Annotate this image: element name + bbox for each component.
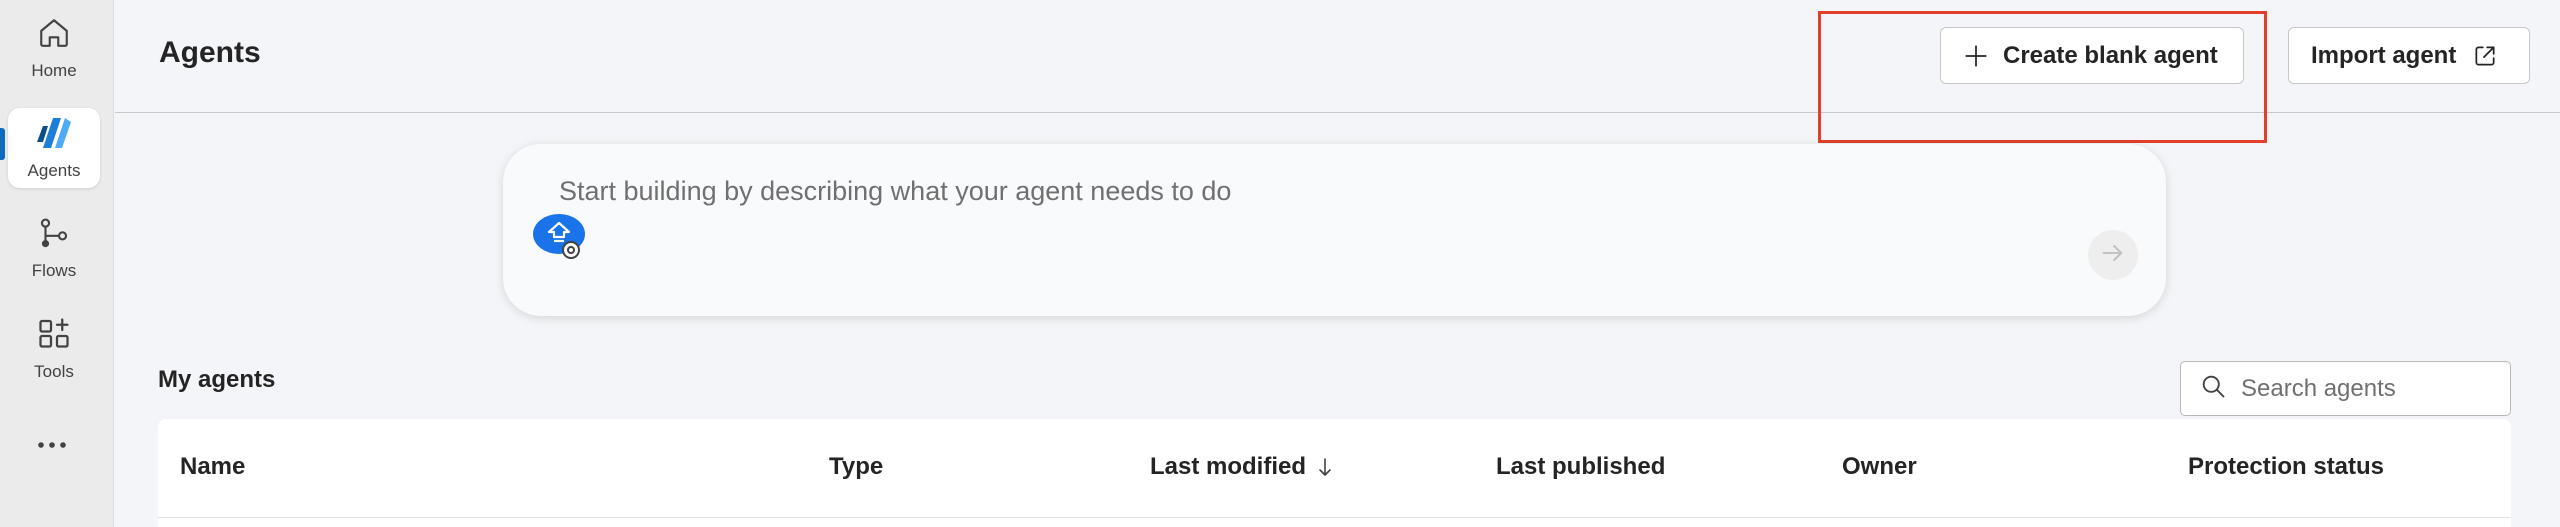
column-header-last-modified[interactable]: Last modified — [1150, 453, 1334, 481]
more-button[interactable] — [30, 430, 74, 460]
agents-icon — [35, 116, 73, 155]
tools-icon — [36, 315, 72, 356]
import-agent-label: Import agent — [2311, 41, 2457, 69]
page-title: Agents — [159, 36, 261, 69]
nav-item-label: Agents — [27, 160, 81, 180]
column-header-name[interactable]: Name — [180, 453, 245, 481]
table-header-row: Name Type Last modified Last published O… — [158, 419, 2511, 518]
agents-table: Name Type Last modified Last published O… — [158, 419, 2511, 527]
search-agents-input[interactable]: Search agents — [2180, 361, 2511, 416]
send-button[interactable] — [2088, 230, 2138, 280]
import-agent-button[interactable]: Import agent — [2288, 27, 2530, 84]
highlight-box — [1818, 11, 2267, 143]
nav-item-tools[interactable]: Tools — [8, 308, 100, 388]
nav-item-agents[interactable]: Agents — [8, 108, 100, 188]
active-indicator — [0, 128, 5, 160]
column-header-last-published[interactable]: Last published — [1496, 453, 1665, 481]
agent-description-prompt[interactable]: Start building by describing what your a… — [503, 144, 2166, 316]
nav-item-home[interactable]: Home — [8, 8, 100, 88]
home-icon — [37, 16, 71, 55]
sort-descending-icon — [1316, 456, 1334, 478]
column-header-owner[interactable]: Owner — [1842, 453, 1917, 481]
nav-item-flows[interactable]: Flows — [8, 208, 100, 288]
my-agents-title: My agents — [158, 366, 276, 393]
prompt-assist-badge[interactable] — [533, 214, 585, 259]
nav-item-label: Flows — [31, 260, 77, 280]
more-icon — [37, 436, 67, 454]
search-icon — [2199, 372, 2227, 405]
left-nav-rail: Home Agents Flows Tools — [0, 0, 114, 527]
column-header-type[interactable]: Type — [829, 453, 883, 481]
open-external-icon — [2472, 43, 2498, 69]
search-placeholder: Search agents — [2241, 374, 2396, 402]
column-header-protection-status[interactable]: Protection status — [2188, 453, 2384, 481]
prompt-placeholder: Start building by describing what your a… — [559, 176, 1232, 206]
nav-item-label: Home — [31, 60, 77, 80]
flows-icon — [37, 216, 71, 255]
nav-item-label: Tools — [34, 361, 74, 381]
arrow-right-icon — [2099, 239, 2127, 272]
